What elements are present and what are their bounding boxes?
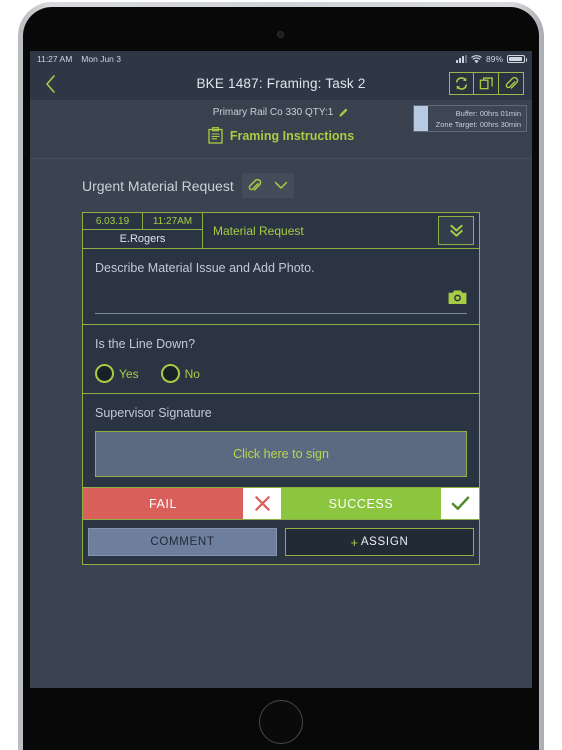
signature-placeholder: Click here to sign [233,447,329,461]
front-camera-icon [277,31,284,38]
zone-target-label: Zone Target: 00hrs 30min [435,120,521,129]
signature-section: Supervisor Signature Click here to sign [83,394,479,488]
tablet-device: 11:27 AM Mon Jun 3 89% BKE 1487: Framing… [0,0,562,750]
radio-option-no[interactable]: No [160,364,200,383]
double-chevron-down-icon [449,224,463,237]
battery-percent: 89% [485,54,503,64]
app-screen: 11:27 AM Mon Jun 3 89% BKE 1487: Framing… [30,51,532,688]
nav-bar: BKE 1487: Framing: Task 2 [30,67,532,101]
status-bar: 11:27 AM Mon Jun 3 89% [30,51,532,67]
battery-icon [507,55,527,63]
buffer-info-box: Buffer: 00hrs 01min Zone Target: 00hrs 3… [412,105,527,132]
x-icon [254,496,270,511]
fail-button[interactable]: FAIL [83,488,243,519]
card-user: E.Rogers [119,233,166,245]
sync-button[interactable] [449,72,474,95]
card-date-time: 6.03.19 11:27AM [83,213,202,230]
paperclip-icon [505,76,518,89]
material-request-card: 6.03.19 11:27AM E.Rogers Material Reques… [82,212,480,565]
radio-option-yes[interactable]: Yes [95,364,139,383]
line-down-question: Is the Line Down? [95,337,196,351]
comment-button[interactable]: COMMENT [88,528,277,556]
primary-rail-label: Primary Rail Co 330 QTY:1 [212,107,334,118]
buffer-label: Buffer: 00hrs 01min [455,109,521,118]
radio-no-label: No [184,366,200,381]
duplicate-button[interactable] [474,72,499,95]
radio-yes-label: Yes [119,366,139,381]
card-date: 6.03.19 [83,213,143,229]
urgent-attach-button[interactable] [241,173,268,198]
result-buttons-row: FAIL SUCCESS [83,488,479,520]
fail-icon-button[interactable] [243,488,281,519]
camera-icon [448,290,467,305]
status-bar-right: 89% [455,54,527,64]
signal-bars-icon [455,55,467,63]
assign-label: ASSIGN [360,536,409,548]
card-expand-button[interactable] [438,216,474,245]
check-icon [451,496,469,510]
urgent-material-request-row: Urgent Material Request [30,159,532,212]
attach-button[interactable] [499,72,524,95]
sub-header: Primary Rail Co 330 QTY:1 Framing Instru… [30,101,532,159]
card-header: 6.03.19 11:27AM E.Rogers Material Reques… [83,213,479,249]
card-meta: 6.03.19 11:27AM E.Rogers [83,213,203,248]
paperclip-icon [248,178,262,191]
instructions-label: Framing Instructions [229,128,355,143]
line-down-section: Is the Line Down? Yes No [83,325,479,394]
urgent-label: Urgent Material Request [82,177,234,194]
describe-input[interactable] [95,313,467,314]
status-date: Mon Jun 3 [81,54,121,64]
signature-label: Supervisor Signature [95,406,212,420]
success-icon-button[interactable] [441,488,479,519]
plus-icon: + [350,534,359,550]
radio-no-icon [160,364,180,383]
signature-pad[interactable]: Click here to sign [95,431,467,477]
buffer-progress-bar [413,106,428,131]
card-time: 11:27AM [152,215,193,227]
radio-yes-icon [95,364,114,383]
wifi-icon [471,54,482,63]
chevron-down-icon [274,181,287,189]
urgent-buttons [241,173,294,198]
duplicate-icon [479,77,493,90]
line-down-options: Yes No [95,364,467,383]
assign-button[interactable]: + ASSIGN [285,528,474,556]
card-title: Material Request [213,223,304,238]
buffer-text: Buffer: 00hrs 01min Zone Target: 00hrs 3… [428,106,526,131]
status-bar-left: 11:27 AM Mon Jun 3 [37,54,121,64]
pencil-icon[interactable] [338,107,349,118]
describe-section: Describe Material Issue and Add Photo. [83,249,479,325]
sync-icon [456,77,467,90]
nav-actions [449,72,524,95]
action-buttons-row: COMMENT + ASSIGN [83,520,479,564]
urgent-expand-button[interactable] [267,173,294,198]
status-time: 11:27 AM [37,54,73,64]
success-button[interactable]: SUCCESS [281,488,441,519]
clipboard-icon [208,127,223,144]
describe-label: Describe Material Issue and Add Photo. [95,261,315,275]
home-button[interactable] [259,700,303,744]
add-photo-button[interactable] [448,289,467,310]
